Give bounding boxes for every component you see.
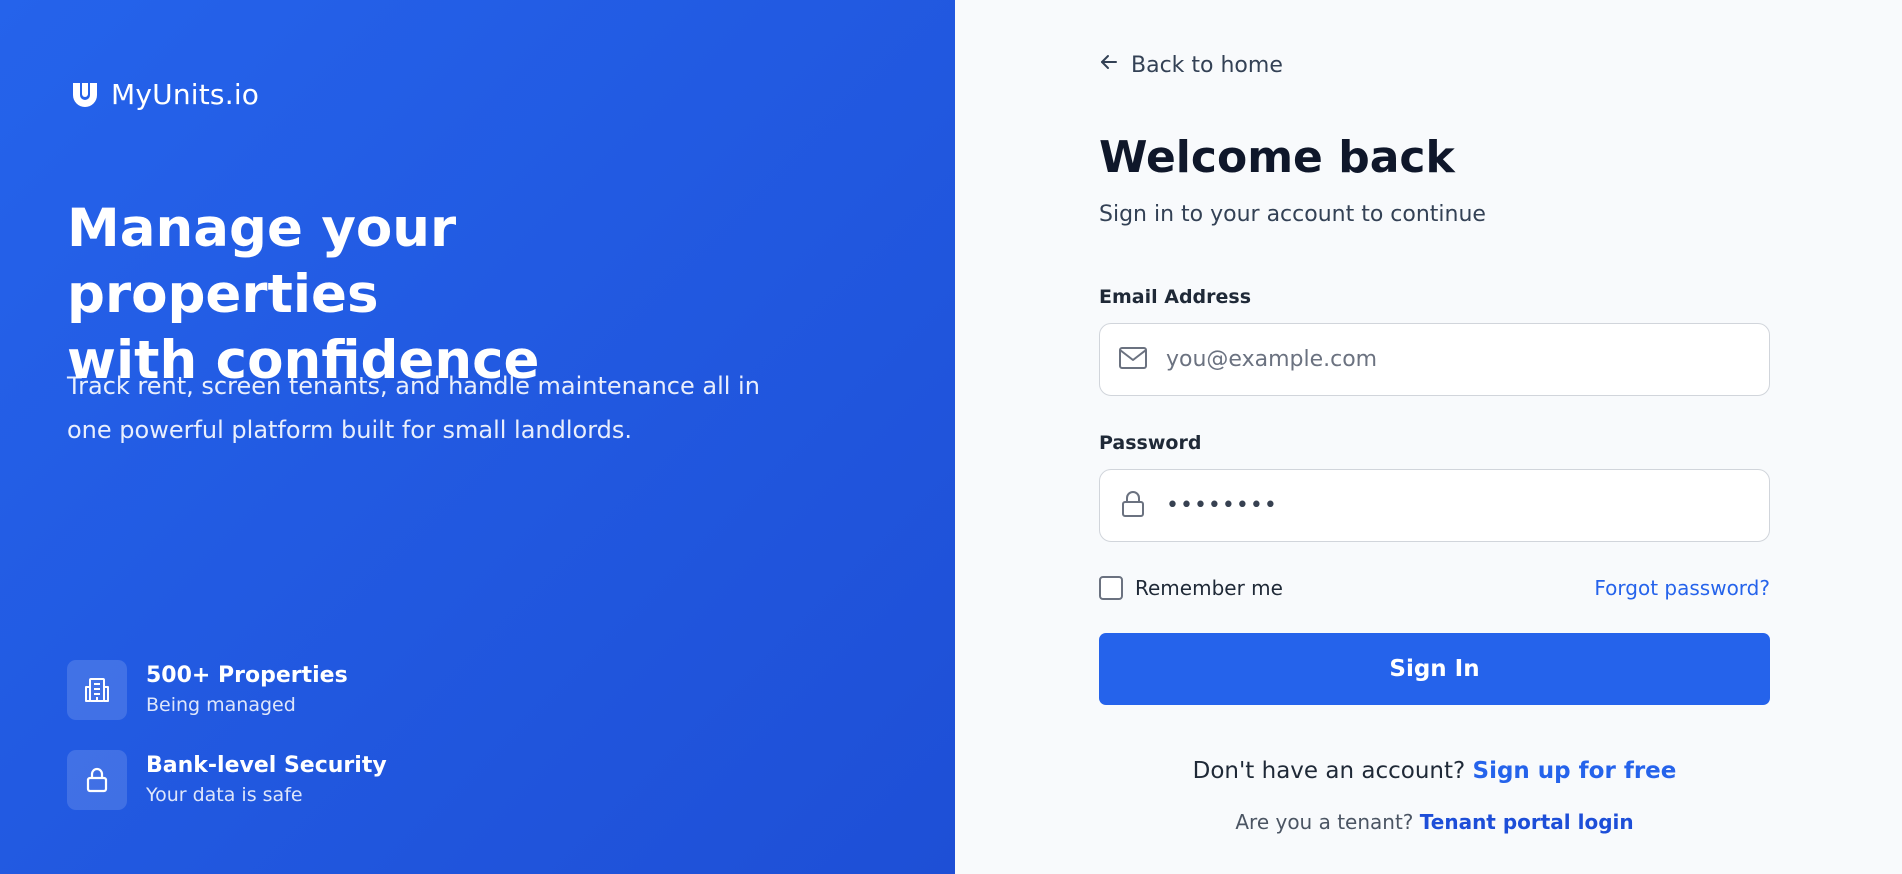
feature-properties: 500+ Properties Being managed	[67, 660, 348, 720]
password-field[interactable]	[1166, 493, 1726, 518]
marketing-panel: MyUnits.io Manage your properties with c…	[0, 0, 955, 874]
forgot-password-link[interactable]: Forgot password?	[1594, 576, 1770, 600]
lock-icon	[67, 750, 127, 810]
page-title: Welcome back	[1099, 132, 1455, 183]
sign-up-link[interactable]: Sign up for free	[1473, 758, 1677, 784]
page-subtitle: Sign in to your account to continue	[1099, 202, 1486, 227]
feature-subtitle: Your data is safe	[146, 784, 303, 806]
feature-title: 500+ Properties	[146, 663, 348, 688]
remember-me[interactable]: Remember me	[1099, 576, 1283, 600]
lock-icon	[1118, 489, 1148, 523]
sign-in-button[interactable]: Sign In	[1099, 633, 1770, 705]
signup-prompt-text: Don't have an account?	[1192, 758, 1466, 784]
hero-title-line1: Manage your properties	[67, 198, 457, 325]
email-field-wrapper[interactable]	[1099, 323, 1770, 396]
feature-subtitle: Being managed	[146, 694, 296, 716]
password-label: Password	[1099, 432, 1202, 454]
hero-subtitle-line1: Track rent, screen tenants, and handle m…	[67, 372, 760, 400]
email-field[interactable]	[1166, 347, 1726, 372]
back-label: Back to home	[1131, 52, 1283, 78]
feature-title: Bank-level Security	[146, 753, 387, 778]
password-field-wrapper[interactable]	[1099, 469, 1770, 542]
tenant-prompt: Are you a tenant? Tenant portal login	[1099, 810, 1770, 834]
hero-subtitle-line2: one powerful platform built for small la…	[67, 416, 633, 444]
tenant-portal-link[interactable]: Tenant portal login	[1420, 810, 1634, 834]
mail-icon	[1118, 345, 1148, 375]
feature-security: Bank-level Security Your data is safe	[67, 750, 387, 810]
hero-subtitle: Track rent, screen tenants, and handle m…	[67, 364, 767, 452]
brand-name: MyUnits.io	[111, 77, 260, 111]
email-label: Email Address	[1099, 286, 1252, 308]
remember-me-checkbox[interactable]	[1099, 576, 1123, 600]
back-to-home-link[interactable]: Back to home	[1099, 52, 1283, 78]
signup-prompt: Don't have an account? Sign up for free	[1099, 758, 1770, 784]
building-icon	[67, 660, 127, 720]
signin-panel: Back to home Welcome back Sign in to you…	[955, 0, 1902, 874]
tenant-prompt-text: Are you a tenant?	[1235, 810, 1414, 834]
horseshoe-magnet-logo-icon	[67, 76, 103, 112]
arrow-left-icon	[1099, 52, 1119, 78]
brand[interactable]: MyUnits.io	[67, 76, 259, 112]
signin-options: Remember me Forgot password?	[1099, 576, 1770, 600]
remember-me-label: Remember me	[1135, 576, 1283, 600]
